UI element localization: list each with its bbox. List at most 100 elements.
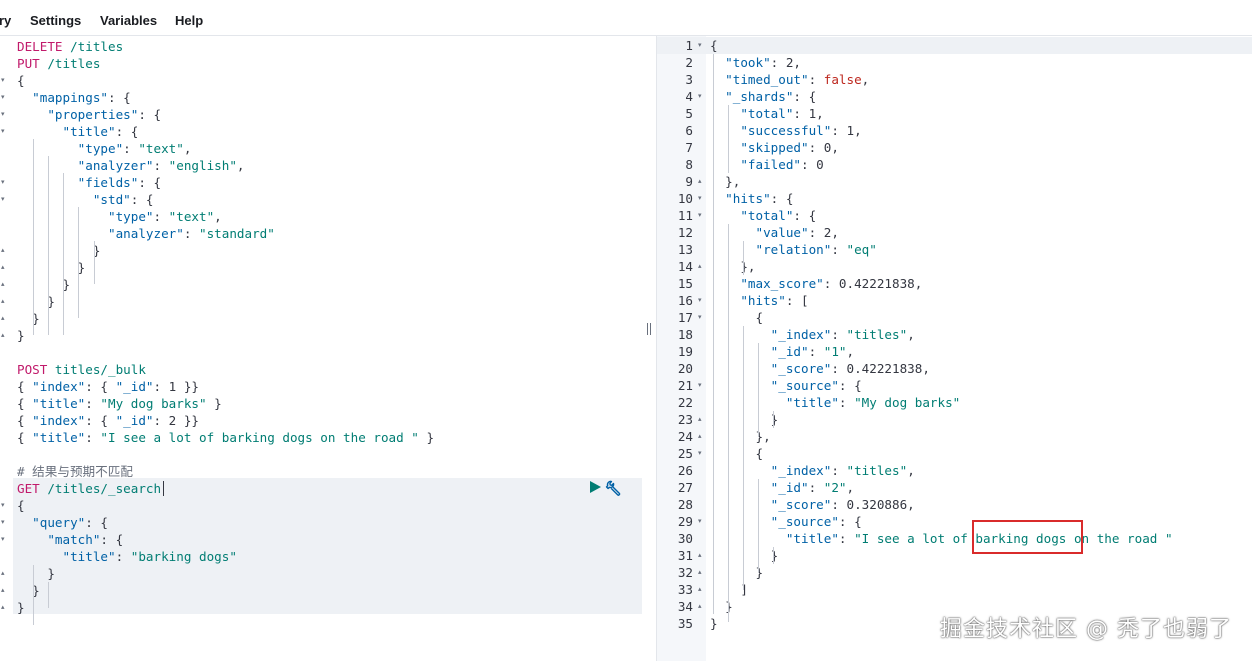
code-line[interactable]: DELETE /titles: [0, 38, 640, 55]
fold-open-icon[interactable]: ▾: [698, 445, 702, 462]
code-line[interactable]: ▾ "match": {: [0, 531, 640, 548]
code-token: : {: [138, 175, 162, 190]
code-token: ,: [907, 327, 915, 342]
fold-open-icon[interactable]: ▾: [1, 191, 5, 208]
code-token: "total": [740, 106, 794, 121]
response-line: "title": "I see a lot of barking dogs on…: [710, 530, 1173, 547]
fold-open-icon[interactable]: ▾: [1, 72, 5, 89]
response-viewer[interactable]: 1 ▾{2 "took": 2, 3 "timed_out": false, 4 ▾ "…: [656, 36, 1252, 661]
code-line[interactable]: ▴}: [0, 599, 640, 616]
fold-open-icon[interactable]: ▾: [698, 88, 702, 105]
fold-open-icon[interactable]: ▾: [1, 497, 5, 514]
fold-open-icon[interactable]: ▾: [698, 309, 702, 326]
code-line[interactable]: [0, 344, 640, 361]
fold-close-icon[interactable]: ▴: [1, 276, 5, 293]
code-line[interactable]: "analyzer": "english",: [0, 157, 640, 174]
code-token: ,: [846, 344, 855, 359]
fold-close-icon[interactable]: ▴: [698, 411, 702, 428]
fold-open-icon[interactable]: ▾: [1, 174, 5, 191]
menu-help[interactable]: Help: [175, 13, 203, 28]
code-token: : {: [793, 208, 817, 223]
code-token: :: [831, 463, 847, 478]
code-line[interactable]: ▾{: [0, 497, 640, 514]
line-number: 28: [677, 497, 693, 512]
fold-close-icon[interactable]: ▴: [698, 258, 702, 275]
code-line[interactable]: ▾ "mappings": {: [0, 89, 640, 106]
response-line: "_index": "titles",: [710, 326, 915, 343]
request-editor[interactable]: DELETE /titles PUT /titles ▾{▾ "mappings":…: [0, 36, 646, 661]
code-line[interactable]: "title": "barking dogs": [0, 548, 640, 565]
code-token: "match": [47, 532, 101, 547]
fold-close-icon[interactable]: ▴: [1, 327, 5, 344]
fold-close-icon[interactable]: ▴: [1, 259, 5, 276]
code-line[interactable]: { "title": "My dog barks" }: [0, 395, 640, 412]
fold-open-icon[interactable]: ▾: [1, 106, 5, 123]
fold-open-icon[interactable]: ▾: [698, 37, 702, 54]
fold-close-icon[interactable]: ▴: [698, 598, 702, 615]
code-line[interactable]: ▴ }: [0, 276, 640, 293]
fold-close-icon[interactable]: ▴: [698, 547, 702, 564]
code-line[interactable]: ▾ "query": {: [0, 514, 640, 531]
code-line[interactable]: POST titles/_bulk: [0, 361, 640, 378]
indent-guide: [94, 241, 95, 284]
code-line[interactable]: "type": "text",: [0, 140, 640, 157]
code-token: :: [808, 72, 824, 87]
code-line[interactable]: ▴ }: [0, 242, 640, 259]
code-line[interactable]: ▾ "properties": {: [0, 106, 640, 123]
code-line[interactable]: ▴ }: [0, 310, 640, 327]
code-line[interactable]: { "title": "I see a lot of barking dogs …: [0, 429, 640, 446]
fold-close-icon[interactable]: ▴: [1, 565, 5, 582]
request-settings-wrench-button[interactable]: [605, 479, 622, 496]
code-line[interactable]: ▾ "std": {: [0, 191, 640, 208]
fold-close-icon[interactable]: ▴: [1, 293, 5, 310]
fold-open-icon[interactable]: ▾: [1, 123, 5, 140]
run-request-button[interactable]: [588, 480, 602, 494]
fold-open-icon[interactable]: ▾: [698, 377, 702, 394]
line-number: 1: [685, 38, 693, 53]
code-line[interactable]: { "index": { "_id": 2 }}: [0, 412, 640, 429]
code-line[interactable]: PUT /titles: [0, 55, 640, 72]
line-number: 6: [685, 123, 693, 138]
fold-open-icon[interactable]: ▾: [698, 513, 702, 530]
code-line[interactable]: ▴}: [0, 327, 640, 344]
code-line[interactable]: ▴ }: [0, 293, 640, 310]
menu-variables[interactable]: Variables: [100, 13, 157, 28]
menu-history[interactable]: ry: [0, 13, 11, 28]
fold-open-icon[interactable]: ▾: [698, 190, 702, 207]
code-token: : {: [100, 532, 124, 547]
fold-open-icon[interactable]: ▾: [1, 531, 5, 548]
code-token: "relation": [755, 242, 832, 257]
fold-open-icon[interactable]: ▾: [698, 292, 702, 309]
code-line[interactable]: # 结果与预期不匹配: [0, 463, 640, 480]
response-line: "_index": "titles",: [710, 462, 915, 479]
fold-open-icon[interactable]: ▾: [1, 89, 5, 106]
fold-close-icon[interactable]: ▴: [698, 173, 702, 190]
fold-close-icon[interactable]: ▴: [698, 564, 702, 581]
code-token: "_index": [770, 327, 832, 342]
fold-close-icon[interactable]: ▴: [698, 581, 702, 598]
code-line[interactable]: { "index": { "_id": 1 }}: [0, 378, 640, 395]
line-number: 24: [677, 429, 693, 444]
code-line[interactable]: ▾{: [0, 72, 640, 89]
code-token: }: [710, 616, 718, 631]
code-line[interactable]: "type": "text",: [0, 208, 640, 225]
fold-close-icon[interactable]: ▴: [698, 428, 702, 445]
fold-close-icon[interactable]: ▴: [1, 599, 5, 616]
code-line[interactable]: ▾ "title": {: [0, 123, 640, 140]
code-line[interactable]: "analyzer": "standard": [0, 225, 640, 242]
code-line[interactable]: ▾ "fields": {: [0, 174, 640, 191]
fold-close-icon[interactable]: ▴: [1, 582, 5, 599]
code-line[interactable]: ▴ }: [0, 259, 640, 276]
fold-open-icon[interactable]: ▾: [698, 207, 702, 224]
fold-close-icon[interactable]: ▴: [1, 310, 5, 327]
fold-open-icon[interactable]: ▾: [1, 514, 5, 531]
pane-resize-handle[interactable]: [645, 322, 653, 336]
code-line[interactable]: ▴ }: [0, 582, 640, 599]
code-line[interactable]: ▴ }: [0, 565, 640, 582]
menu-settings[interactable]: Settings: [30, 13, 81, 28]
code-line[interactable]: [0, 446, 640, 463]
code-token: :: [808, 344, 824, 359]
code-line[interactable]: GET /titles/_search: [0, 480, 640, 497]
fold-close-icon[interactable]: ▴: [1, 242, 5, 259]
